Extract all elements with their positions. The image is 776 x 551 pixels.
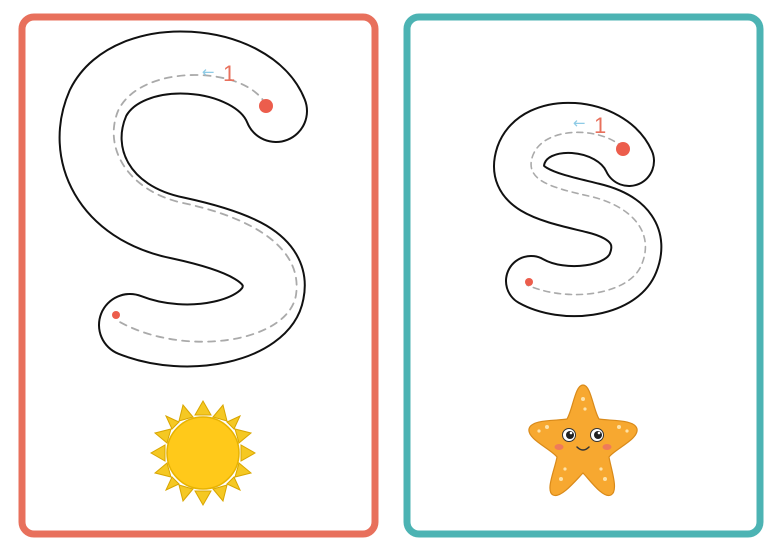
end-dot bbox=[525, 278, 533, 286]
stroke-number: 1 bbox=[223, 61, 235, 86]
uppercase-s-card: ← 1 bbox=[18, 13, 379, 538]
worksheet-page: ← 1 ← 1 bbox=[0, 0, 776, 551]
sun-icon bbox=[149, 399, 257, 507]
lowercase-s-card-art: ← 1 bbox=[403, 13, 764, 538]
lowercase-s-card: ← 1 bbox=[403, 13, 764, 538]
uppercase-s-card-art: ← 1 bbox=[18, 13, 379, 538]
direction-arrow: ← bbox=[573, 114, 586, 132]
end-dot bbox=[112, 311, 120, 319]
start-dot bbox=[616, 142, 630, 156]
start-dot bbox=[259, 99, 273, 113]
direction-arrow: ← bbox=[202, 63, 215, 81]
stroke-number: 1 bbox=[594, 113, 606, 138]
